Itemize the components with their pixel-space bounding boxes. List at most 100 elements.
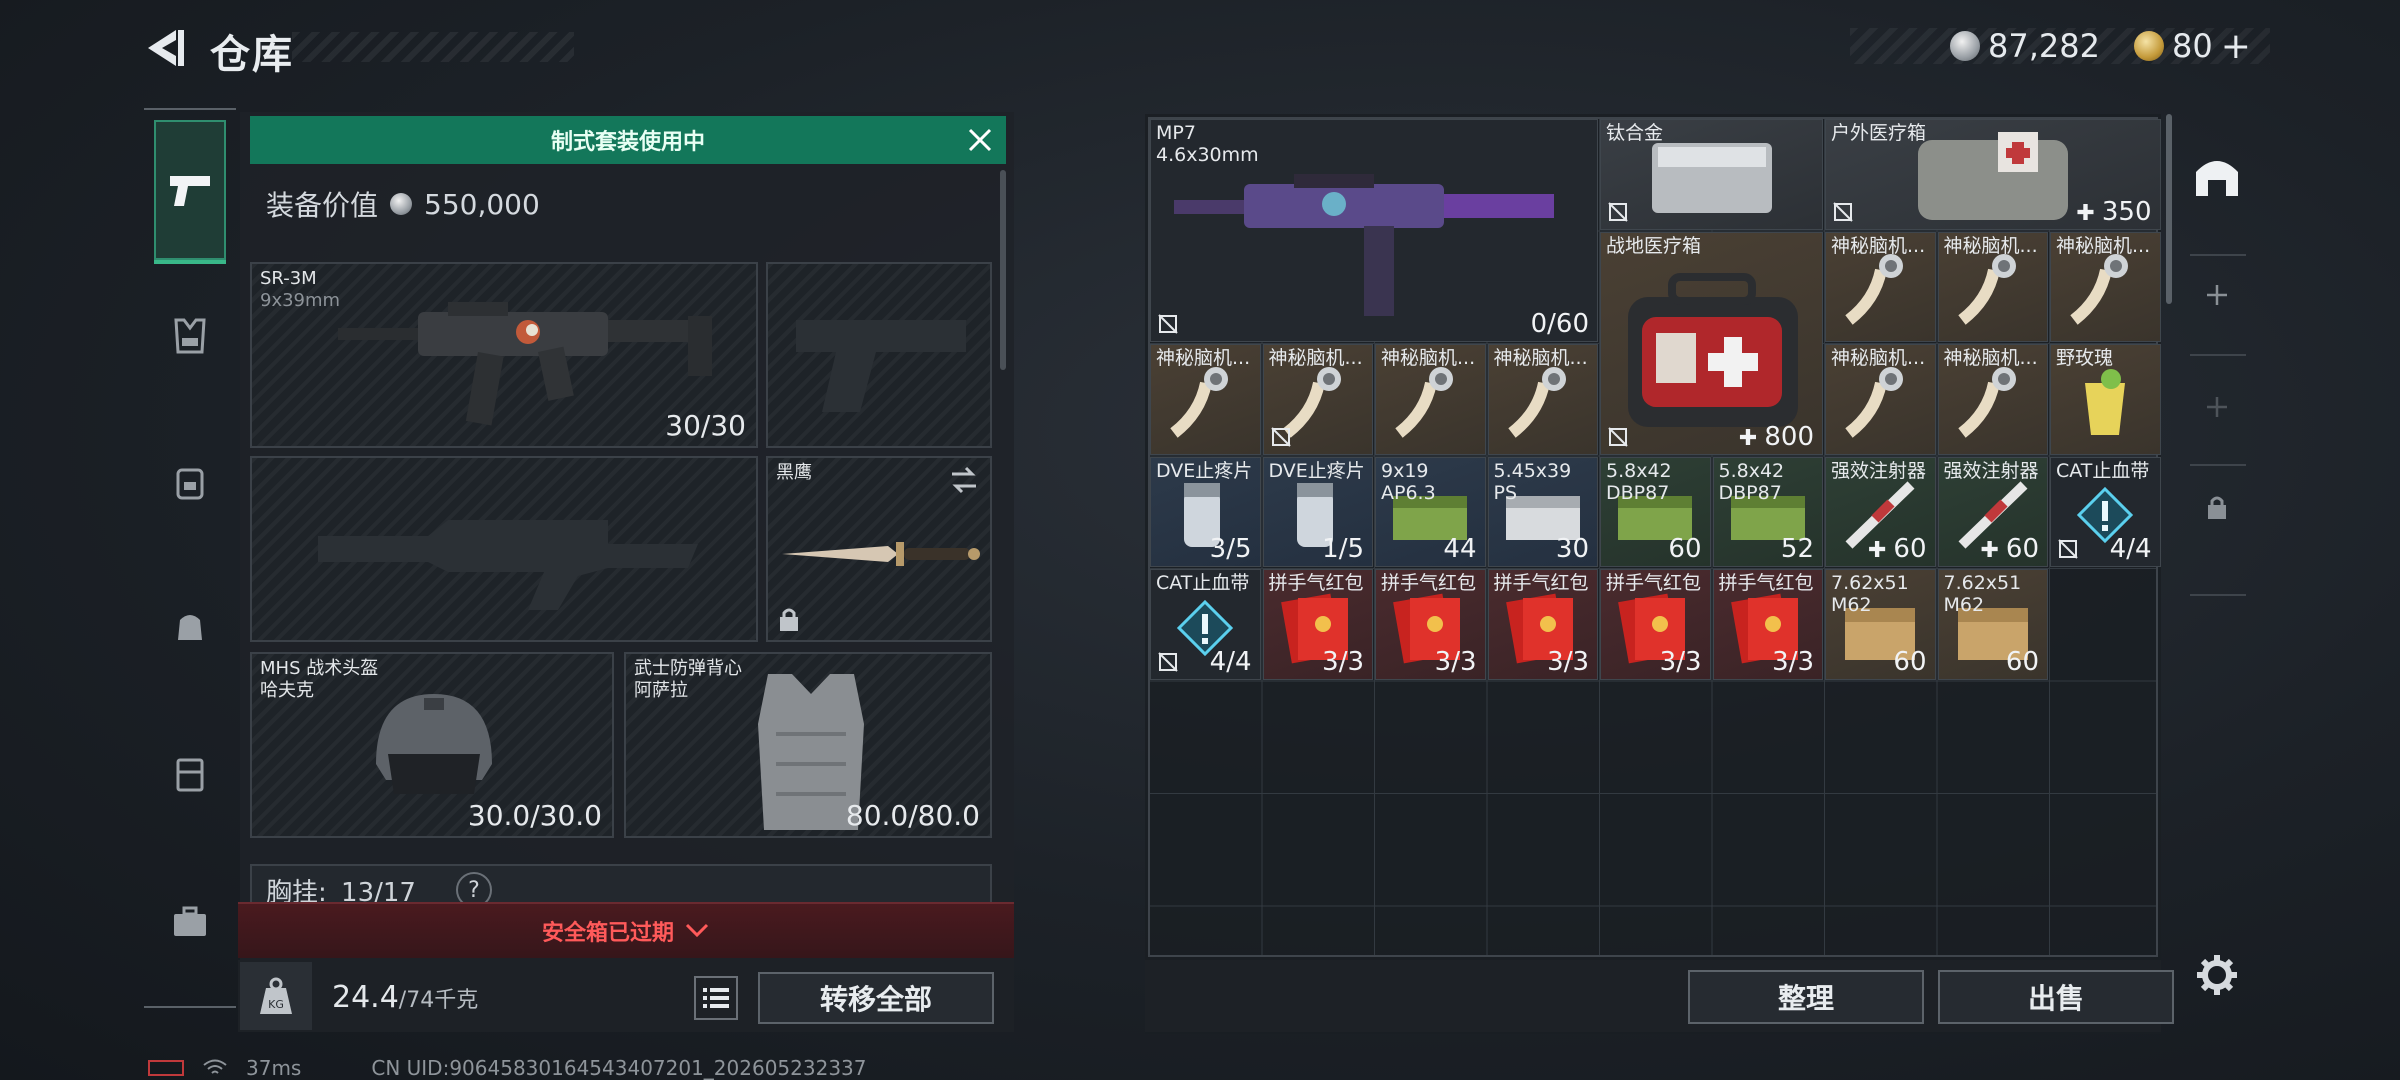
nav-backpack[interactable] xyxy=(154,446,226,518)
stash-item[interactable]: 神秘脑机... xyxy=(1375,344,1486,455)
melee-slot[interactable]: 黑鹰 xyxy=(766,456,992,642)
backpack-icon xyxy=(176,468,204,500)
stash-item[interactable]: 神秘脑机... xyxy=(1825,344,1936,455)
item-quantity-value: 60 xyxy=(1893,646,1927,677)
stash-item[interactable]: 神秘脑机... xyxy=(1487,344,1598,455)
safe-box-expired-bar[interactable]: 安全箱已过期 xyxy=(238,902,1014,958)
settings-button[interactable] xyxy=(2186,944,2248,1006)
equipment-value: 装备价值 550,000 xyxy=(266,184,540,224)
no-bind-icon xyxy=(1832,201,1854,223)
add-page-button[interactable] xyxy=(2186,264,2248,326)
stash-item[interactable]: 7.62x51 M62 60 xyxy=(1825,569,1936,680)
gold-currency[interactable]: 80 + xyxy=(2134,26,2251,67)
stash-item[interactable]: 5.8x42 DBP87 60 xyxy=(1600,456,1711,567)
heal-plus-icon: ✚ xyxy=(1980,538,2006,563)
stash-item[interactable]: 神秘脑机... xyxy=(1937,344,2048,455)
stash-item[interactable]: DVE止疼片 1/5 xyxy=(1262,456,1373,567)
stash-item[interactable]: CAT止血带 4/4 xyxy=(1150,569,1261,680)
stash-item[interactable]: 神秘脑机... xyxy=(1150,344,1261,455)
item-name: 神秘脑机... xyxy=(1831,347,1925,369)
item-name: 5.45x39 PS xyxy=(1494,460,1572,504)
nav-briefcase[interactable] xyxy=(154,886,226,958)
item-subtitle: M62 xyxy=(1831,594,1872,616)
primary-weapon-slot[interactable]: SR-3M 9x39mm 30/30 xyxy=(250,262,758,448)
stash-item[interactable]: 强效注射器 ✚ 60 xyxy=(1937,456,2048,567)
stash-item[interactable]: 钛合金 xyxy=(1600,119,1823,230)
ping-value: 37ms xyxy=(246,1056,302,1080)
item-name: 7.62x51 M62 xyxy=(1944,572,2022,616)
nav-bag[interactable] xyxy=(154,590,226,662)
battery-icon xyxy=(148,1060,184,1076)
chevron-down-icon xyxy=(685,923,709,938)
stash-item[interactable]: CAT止血带 4/4 xyxy=(2050,456,2161,567)
stash-item[interactable]: 神秘脑机... xyxy=(2050,231,2161,342)
nav-chest-rig[interactable] xyxy=(154,300,226,372)
stash-item[interactable]: 9x19 AP6.3 44 xyxy=(1375,456,1486,567)
nav-weapons[interactable] xyxy=(154,120,226,264)
pistol-icon xyxy=(170,176,210,206)
knife-icon xyxy=(782,542,980,566)
transfer-all-button[interactable]: 转移全部 xyxy=(758,972,994,1024)
stash-item[interactable]: 野玫瑰 xyxy=(2050,344,2161,455)
stash-item[interactable]: 5.8x42 DBP87 52 xyxy=(1712,456,1823,567)
stash-item[interactable]: 拼手气红包 3/3 xyxy=(1487,569,1598,680)
item-name: 神秘脑机... xyxy=(1944,347,2038,369)
stash-item[interactable]: 神秘脑机... xyxy=(1937,231,2048,342)
lock-icon xyxy=(780,608,798,631)
stash-item[interactable]: 拼手气红包 3/3 xyxy=(1375,569,1486,680)
stash-item[interactable]: 神秘脑机... xyxy=(1825,231,1936,342)
add-page-button-2[interactable] xyxy=(2186,376,2248,438)
uid-text: CN UID:90645830164543407201_202605232337 xyxy=(371,1056,867,1080)
item-quantity: 4/4 xyxy=(1210,647,1252,677)
secondary-weapon-slot-empty[interactable] xyxy=(250,456,758,642)
armor-slot[interactable]: 武士防弹背心 阿萨拉 80.0/80.0 xyxy=(624,652,992,838)
item-name-text: MP7 xyxy=(1156,122,1196,144)
locked-page[interactable] xyxy=(2186,476,2248,538)
stash-scrollbar[interactable] xyxy=(2166,114,2172,304)
helmet-name: MHS 战术头盔 xyxy=(260,658,379,679)
lock-icon xyxy=(2208,496,2226,519)
helmet-slot[interactable]: MHS 战术头盔 哈夫克 30.0/30.0 xyxy=(250,652,614,838)
stash-item[interactable]: 拼手气红包 3/3 xyxy=(1262,569,1373,680)
item-name: 神秘脑机... xyxy=(2056,235,2150,257)
stash-item[interactable]: 战地医疗箱 ✚ 800 xyxy=(1600,231,1823,455)
stash-item[interactable]: MP7 4.6x30mm 0/60 xyxy=(1150,119,1598,342)
stash-item[interactable]: 强效注射器 ✚ 60 xyxy=(1825,456,1936,567)
item-quantity: ✚ 60 xyxy=(1868,534,1927,564)
back-button[interactable] xyxy=(140,24,188,72)
item-quantity: 52 xyxy=(1781,534,1814,564)
item-quantity-value: 0/60 xyxy=(1530,309,1589,339)
item-subtitle: AP6.3 xyxy=(1381,481,1436,504)
item-quantity-value: 4/4 xyxy=(2109,534,2152,564)
stash-item[interactable]: 拼手气红包 3/3 xyxy=(1600,569,1711,680)
pistol-slot-empty[interactable] xyxy=(766,262,992,448)
stash-item[interactable]: 户外医疗箱 ✚ 350 xyxy=(1825,119,2161,230)
stash-item[interactable]: 7.62x51 M62 60 xyxy=(1937,569,2048,680)
item-quantity: 1/5 xyxy=(1322,534,1364,564)
heal-plus-icon: ✚ xyxy=(1738,425,1765,451)
item-name: 5.8x42 DBP87 xyxy=(1606,460,1672,504)
sort-button[interactable]: 整理 xyxy=(1688,970,1924,1024)
silver-currency: 87,282 xyxy=(1950,26,2100,66)
item-name-text: 强效注射器 xyxy=(1943,459,2039,482)
stash-home-tab[interactable] xyxy=(2186,144,2248,206)
nav-case[interactable] xyxy=(154,738,226,810)
stash-item[interactable]: 神秘脑机... xyxy=(1262,344,1373,455)
stash-item[interactable]: 拼手气红包 3/3 xyxy=(1712,569,1823,680)
item-quantity: 3/3 xyxy=(1772,647,1814,677)
stash-item[interactable]: DVE止疼片 3/5 xyxy=(1150,456,1261,567)
carry-weight-current: 24.4 xyxy=(332,980,399,1015)
stash-item[interactable]: 5.45x39 PS 30 xyxy=(1487,456,1598,567)
item-name: DVE止疼片 xyxy=(1269,460,1365,482)
heal-plus-icon: ✚ xyxy=(1867,538,1894,563)
item-name: 5.8x42 DBP87 xyxy=(1719,460,1785,504)
sell-button[interactable]: 出售 xyxy=(1938,970,2174,1024)
item-image xyxy=(1385,363,1475,447)
close-banner-button[interactable] xyxy=(962,122,998,158)
swap-icon[interactable] xyxy=(948,466,980,494)
list-view-button[interactable] xyxy=(694,976,738,1020)
gold-add-button[interactable]: + xyxy=(2221,26,2251,67)
loadout-scrollbar[interactable] xyxy=(1000,170,1006,370)
item-name-text: 神秘脑机... xyxy=(1943,234,2038,257)
item-name: 神秘脑机... xyxy=(1156,347,1250,369)
